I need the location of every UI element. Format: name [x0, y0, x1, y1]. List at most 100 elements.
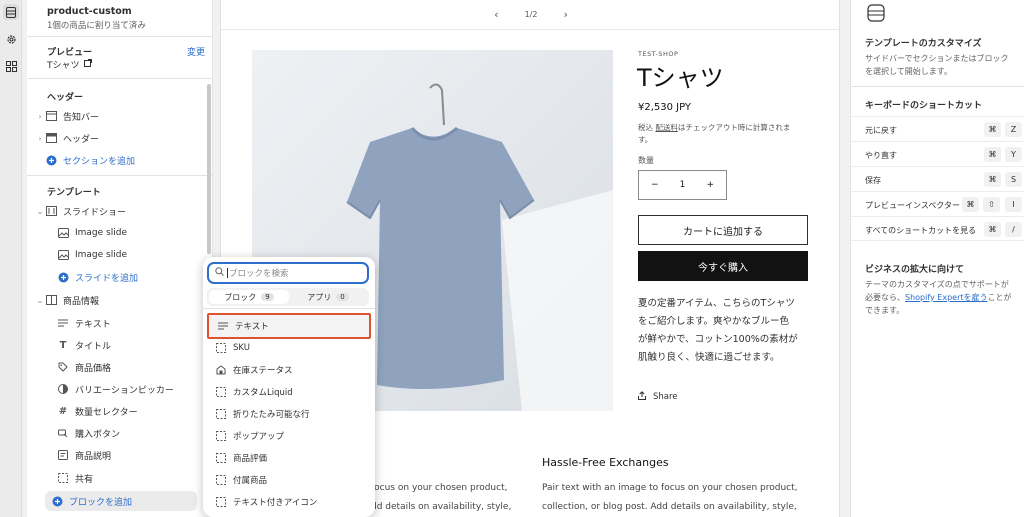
- block-label: Image slide: [75, 250, 127, 260]
- add-block-popover: ブロックを検索 ブロック 9 アプリ 0 テキスト SKU 在庫ステータス カス…: [203, 257, 375, 517]
- image-icon: [57, 227, 69, 239]
- add-slide-button[interactable]: スライドを追加: [57, 267, 203, 287]
- shortcut-view-all: すべてのショートカットを見る ⌘ /: [851, 216, 1024, 241]
- add-block-button[interactable]: ブロックを追加: [45, 491, 197, 511]
- chevron-right-icon[interactable]: ›: [563, 8, 567, 21]
- chevron-right-icon[interactable]: ›: [35, 134, 45, 143]
- block-option-collapsible-row[interactable]: 折りたたみ可能な行: [207, 403, 371, 425]
- dashed-square-icon: [215, 474, 227, 486]
- tab-apps[interactable]: アプリ 0: [289, 290, 367, 304]
- block-description[interactable]: 商品説明: [57, 445, 203, 465]
- block-label: 購入ボタン: [75, 429, 121, 440]
- product-description: 夏の定番アイテム、こちらのTシャツ をご紹介します。爽やかなブルー色 が鮮やかで…: [638, 295, 818, 367]
- key: Y: [1005, 147, 1022, 162]
- block-option-complementary-products[interactable]: 付属商品: [207, 469, 371, 491]
- share-button[interactable]: Share: [638, 391, 678, 403]
- template-assignment: 1個の商品に割り当て済み: [47, 21, 146, 31]
- search-icon: [215, 267, 224, 279]
- grow-title: ビジネスの拡大に向けて: [865, 265, 965, 275]
- block-variant-picker[interactable]: バリエーションピッカー: [57, 379, 203, 399]
- sections-icon[interactable]: [3, 4, 19, 20]
- quantity-label: 数量: [638, 156, 654, 165]
- tax-note: 税込 配送料はチェックアウト時に計算されま す。: [638, 122, 808, 146]
- customize-text: サイドバーでセクションまたはブロックを選択して開始します。: [865, 54, 1009, 76]
- block-search-input[interactable]: ブロックを検索: [207, 262, 369, 284]
- preview-product-name: Tシャツ: [47, 61, 80, 71]
- block-option-icon-with-text[interactable]: テキスト付きアイコン: [207, 491, 371, 513]
- dashed-square-icon: [215, 408, 227, 420]
- block-option-product-rating[interactable]: 商品評価: [207, 447, 371, 469]
- apps-icon[interactable]: [3, 58, 19, 74]
- section-label: 告知バー: [63, 112, 100, 123]
- settings-gear-icon[interactable]: [3, 31, 19, 47]
- option-label: カスタムLiquid: [233, 388, 293, 398]
- template-group-title: テンプレート: [47, 188, 101, 198]
- key: /: [1005, 222, 1022, 237]
- block-option-inventory[interactable]: 在庫ステータス: [207, 359, 371, 381]
- divider: [203, 308, 375, 309]
- chevron-left-icon[interactable]: ‹: [494, 8, 498, 21]
- block-price[interactable]: 商品価格: [57, 357, 203, 377]
- command-key-icon: ⌘: [984, 172, 1001, 187]
- header-layout-icon: [45, 132, 57, 144]
- preview-product[interactable]: Tシャツ: [47, 58, 92, 71]
- tab-label: ブロック: [224, 292, 257, 302]
- section-announcement-bar[interactable]: › 告知バー: [35, 106, 203, 126]
- hire-expert-link[interactable]: Shopify Expertを雇う: [905, 293, 988, 302]
- external-link-icon[interactable]: [83, 59, 92, 70]
- divider: [27, 78, 213, 79]
- preview-change-link[interactable]: 変更: [187, 45, 205, 58]
- add-section-button[interactable]: セクションを追加: [45, 150, 213, 170]
- text-line: Pair text with an image to focus on your…: [542, 483, 798, 493]
- shortcut-label: 保存: [865, 176, 881, 185]
- block-text[interactable]: テキスト: [57, 313, 203, 333]
- sidebar-scrollbar[interactable]: [207, 84, 211, 254]
- chevron-right-icon[interactable]: ›: [35, 112, 45, 121]
- dashed-square-icon: [215, 452, 227, 464]
- block-image-slide[interactable]: Image slide: [57, 223, 203, 243]
- product-vendor: TEST-SHOP: [638, 50, 679, 58]
- minus-button[interactable]: −: [651, 180, 659, 190]
- block-quantity-selector[interactable]: # 数量セレクター: [57, 401, 203, 421]
- option-label: テキスト付きアイコン: [233, 498, 318, 508]
- shipping-link[interactable]: 配送料: [655, 123, 678, 132]
- customize-title: テンプレートのカスタマイズ: [865, 39, 982, 49]
- command-key-icon: ⌘: [984, 147, 1001, 162]
- help-panel: テンプレートのカスタマイズ サイドバーでセクションまたはブロックを選択して開始し…: [850, 0, 1024, 517]
- block-option-sku[interactable]: SKU: [207, 337, 371, 359]
- quantity-stepper[interactable]: − 1 +: [638, 170, 727, 200]
- image-icon: [57, 249, 69, 261]
- quantity-value[interactable]: 1: [680, 180, 686, 190]
- tab-blocks[interactable]: ブロック 9: [209, 290, 289, 304]
- inventory-icon: [215, 364, 227, 376]
- tab-count-badge: 9: [261, 293, 274, 301]
- block-title[interactable]: T タイトル: [57, 335, 203, 355]
- left-column-text: focus on your chosen product, dd details…: [371, 479, 511, 517]
- divider: [27, 175, 213, 176]
- block-option-text[interactable]: テキスト: [207, 313, 371, 339]
- add-to-cart-button[interactable]: カートに追加する: [638, 215, 808, 245]
- chevron-down-icon[interactable]: ⌄: [35, 207, 45, 216]
- option-label: SKU: [233, 343, 250, 353]
- section-slideshow[interactable]: ⌄ スライドショー: [35, 201, 203, 221]
- block-share[interactable]: 共有: [57, 468, 203, 488]
- section-header[interactable]: › ヘッダー: [35, 128, 203, 148]
- dashed-square-icon: [215, 342, 227, 354]
- shortcut-redo: やり直す ⌘ Y: [851, 141, 1024, 166]
- product-info-icon: [45, 294, 57, 306]
- key: I: [1005, 197, 1022, 212]
- block-buy-buttons[interactable]: 購入ボタン: [57, 423, 203, 443]
- share-label: Share: [653, 392, 678, 402]
- block-option-custom-liquid[interactable]: カスタムLiquid: [207, 381, 371, 403]
- block-option-popup[interactable]: ポップアップ: [207, 425, 371, 447]
- block-image-slide[interactable]: Image slide: [57, 245, 203, 265]
- buy-now-button[interactable]: 今すぐ購入: [638, 251, 808, 281]
- section-label: 商品情報: [63, 296, 100, 307]
- section-product-information[interactable]: ⌄ 商品情報: [35, 290, 203, 310]
- product-title: Tシャツ: [637, 64, 724, 92]
- exchanges-text: Pair text with an image to focus on your…: [542, 479, 798, 517]
- block-label: タイトル: [75, 341, 112, 352]
- chevron-down-icon[interactable]: ⌄: [35, 296, 45, 305]
- dashed-square-icon: [215, 496, 227, 508]
- plus-button[interactable]: +: [706, 180, 714, 190]
